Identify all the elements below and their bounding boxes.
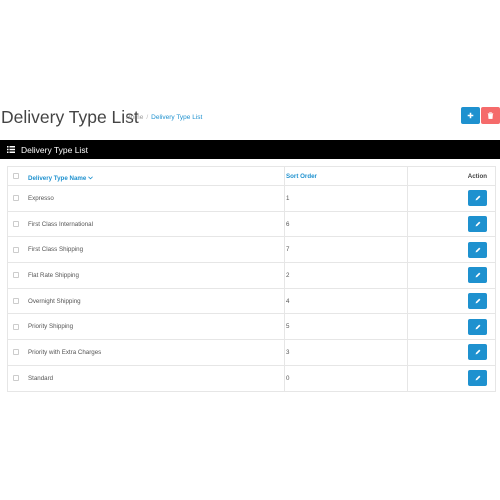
sort-order-value: 2 [284,263,407,288]
select-all-checkbox[interactable] [13,173,19,179]
sort-order-value: 4 [284,288,407,314]
pencil-icon [475,350,480,355]
delivery-type-name: Expresso [28,194,54,202]
list-icon [7,146,15,153]
action-column-header: Action [467,172,487,180]
panel-heading: Delivery Type List [0,140,500,159]
sort-by-order-link[interactable]: Sort Order [286,173,317,180]
edit-button[interactable] [468,267,487,284]
row-checkbox[interactable] [13,349,19,356]
breadcrumb: Home / Delivery Type List [126,114,202,121]
table-row: Priority with Extra Charges 3 [8,340,495,366]
pencil-icon [475,375,480,381]
table-row: Standard 0 [8,365,495,392]
add-new-button[interactable] [461,107,480,124]
delivery-type-name: Standard [28,374,54,382]
row-checkbox[interactable] [13,272,19,279]
breadcrumb-separator: / [146,114,149,121]
row-checkbox[interactable] [13,298,19,305]
delete-button[interactable] [481,107,500,124]
table-row: First Class International 6 [8,211,495,238]
page-title: Delivery Type List [1,107,139,127]
edit-button[interactable] [468,344,487,361]
pencil-icon [475,221,480,227]
delivery-type-name: Priority Shipping [28,323,74,331]
sort-order-value: 5 [284,314,407,340]
breadcrumb-current-link[interactable]: Delivery Type List [151,114,202,121]
plus-icon [467,112,474,119]
edit-button[interactable] [468,318,487,335]
sort-order-value: 0 [284,365,407,391]
sort-by-name-link[interactable]: Delivery Type Name [28,175,86,182]
delivery-type-name: Priority with Extra Charges [28,348,102,356]
pencil-icon [475,195,480,201]
pencil-icon [475,273,480,278]
delivery-type-name: Overnight Shipping [28,297,81,305]
sort-order-value: 7 [284,237,407,263]
table-row: Overnight Shipping 4 [8,288,495,315]
panel-title: Delivery Type List [21,144,88,155]
delivery-type-name: First Class Shipping [28,246,84,254]
row-checkbox[interactable] [13,195,19,202]
table-row: First Class Shipping 7 [8,237,495,264]
delivery-type-table: Delivery Type Name Sort Order Action Exp… [7,166,496,392]
row-checkbox[interactable] [13,323,19,330]
edit-button[interactable] [468,216,487,233]
edit-button[interactable] [468,293,487,310]
pencil-icon [475,324,480,330]
sort-order-value: 3 [284,340,407,365]
edit-button[interactable] [468,190,487,207]
trash-icon [487,112,494,119]
delivery-type-name: Flat Rate Shipping [28,271,79,279]
sort-order-value: 6 [284,211,407,237]
edit-button[interactable] [468,241,487,258]
row-checkbox[interactable] [13,375,19,382]
table-row: Flat Rate Shipping 2 [8,263,495,289]
pencil-icon [475,247,480,253]
table-row: Priority Shipping 5 [8,314,495,341]
delivery-type-panel: Delivery Type List Delivery Type Name So… [0,140,500,392]
row-checkbox[interactable] [13,246,19,253]
caret-down-icon [88,167,94,185]
pencil-icon [475,298,480,304]
table-row: Expresso 1 [8,186,495,212]
table-header-row: Delivery Type Name Sort Order Action [8,167,495,186]
delivery-type-name: First Class International [28,220,93,228]
sort-order-value: 1 [284,186,407,211]
breadcrumb-home-link[interactable]: Home [126,114,143,121]
edit-button[interactable] [468,370,487,387]
page-header: Delivery Type List Home / Delivery Type Li… [0,106,500,130]
row-checkbox[interactable] [13,221,19,228]
